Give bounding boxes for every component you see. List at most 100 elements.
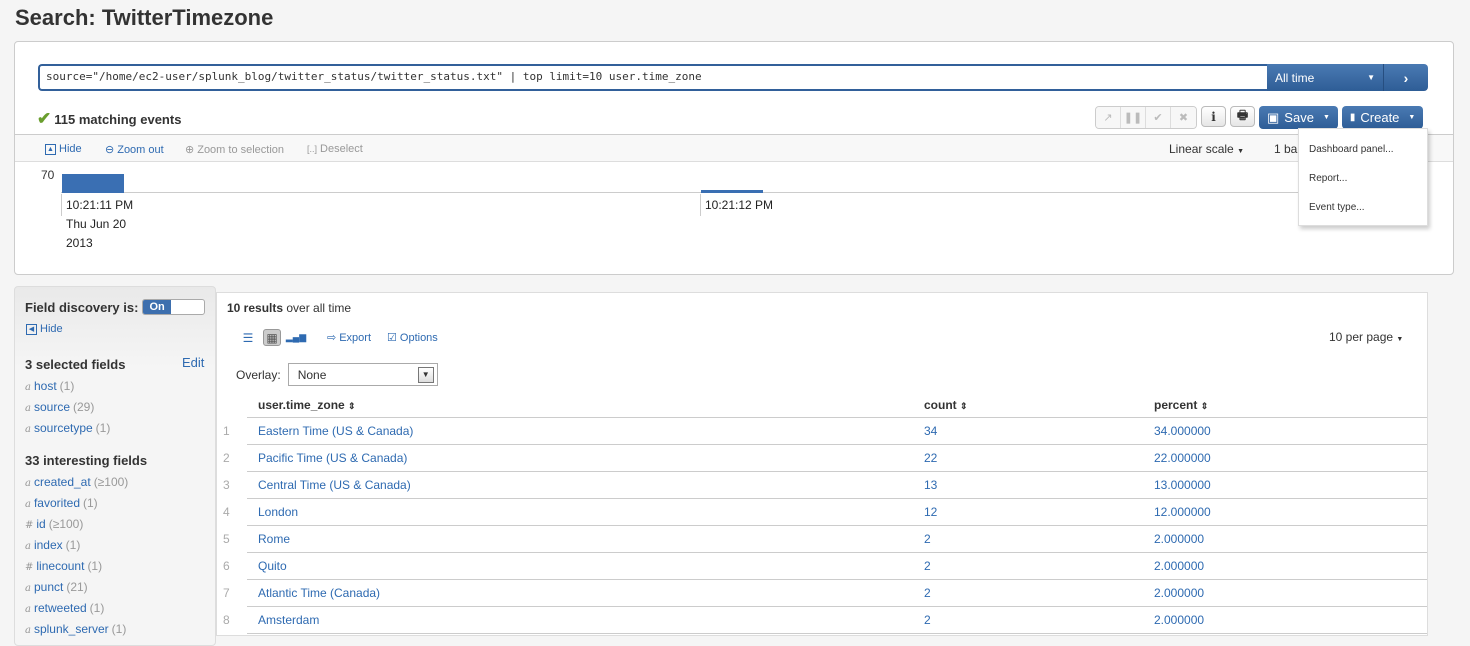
table-view-icon[interactable]: ▦	[263, 329, 281, 346]
percent-cell[interactable]: 13.000000	[1143, 471, 1427, 499]
field-count: (1)	[111, 622, 127, 636]
percent-cell[interactable]: 2.000000	[1143, 606, 1427, 634]
field-item[interactable]: a created_at (≥100)	[25, 475, 128, 489]
send-to-background-icon[interactable]: ↗	[1096, 107, 1121, 128]
scale-dropdown[interactable]: Linear scale ▼	[1169, 142, 1244, 156]
menu-item-report[interactable]: Report...	[1309, 173, 1347, 184]
collapse-icon: ▲	[45, 143, 56, 155]
percent-cell[interactable]: 2.000000	[1143, 525, 1427, 553]
count-cell[interactable]: 12	[913, 498, 1143, 526]
list-view-icon[interactable]: ☰	[239, 329, 257, 346]
field-name: index	[33, 538, 63, 552]
count-cell[interactable]: 2	[913, 579, 1143, 607]
save-label: Save	[1284, 110, 1314, 125]
floppy-disk-icon: ▣	[1267, 109, 1280, 125]
sidebar-hide-link[interactable]: ◀ Hide	[26, 323, 63, 335]
zoom-out-link[interactable]: ⊖ Zoom out	[105, 143, 164, 157]
zoom-to-selection-link[interactable]: ⊕ Zoom to selection	[185, 143, 284, 157]
field-count: (1)	[59, 379, 75, 393]
time-zone-cell[interactable]: Central Time (US & Canada)	[247, 471, 913, 499]
options-label: Options	[399, 331, 438, 344]
save-button[interactable]: ▣ Save ▼	[1259, 106, 1338, 129]
field-count: (≥100)	[93, 475, 129, 489]
field-item[interactable]: a splunk_server (1)	[25, 622, 126, 636]
percent-cell[interactable]: 22.000000	[1143, 444, 1427, 472]
percent-cell[interactable]: 12.000000	[1143, 498, 1427, 526]
options-link[interactable]: ☑ Options	[387, 331, 438, 345]
tick-label-line: 10:21:12 PM	[705, 198, 774, 212]
export-link[interactable]: ⇨ Export	[327, 331, 371, 345]
overlay-value: None	[297, 367, 327, 382]
dropdown-arrow-icon: ▼	[417, 366, 434, 383]
deselect-link[interactable]: [..] Deselect	[307, 143, 363, 155]
time-zone-cell[interactable]: Amsterdam	[247, 606, 913, 634]
field-item[interactable]: # id (≥100)	[25, 517, 83, 531]
string-type-icon: a	[25, 583, 31, 594]
field-name: splunk_server	[33, 622, 109, 636]
time-zone-cell[interactable]: Rome	[247, 525, 913, 553]
percent-cell[interactable]: 2.000000	[1143, 552, 1427, 580]
field-item[interactable]: a source (29)	[25, 400, 94, 414]
job-status: ✔ 115 matching events	[37, 109, 181, 129]
timeline-bar[interactable]	[701, 190, 763, 193]
count-cell[interactable]: 2	[913, 552, 1143, 580]
string-type-icon: a	[25, 478, 31, 489]
finalize-icon[interactable]: ✔	[1146, 107, 1171, 128]
timeline-hide-link[interactable]: ▲ Hide	[45, 143, 82, 155]
results-count-number: 10 results	[227, 301, 284, 315]
count-cell[interactable]: 22	[913, 444, 1143, 472]
column-header-count[interactable]: count ⇕	[913, 393, 1143, 418]
search-input[interactable]: source="/home/ec2-user/splunk_blog/twitt…	[38, 64, 1267, 91]
menu-item-event-type[interactable]: Event type...	[1309, 202, 1365, 213]
count-cell[interactable]: 34	[913, 417, 1143, 445]
chevron-right-icon: ›	[1403, 69, 1409, 86]
selected-fields-heading: 3 selected fields	[25, 357, 126, 372]
cancel-icon[interactable]: ✖	[1171, 107, 1196, 128]
column-label: percent	[1154, 397, 1198, 412]
menu-item-dashboard-panel[interactable]: Dashboard panel...	[1309, 144, 1394, 155]
x-axis	[61, 192, 1301, 193]
per-page-dropdown[interactable]: 10 per page ▼	[1329, 330, 1403, 344]
inspect-button[interactable]: i	[1201, 106, 1226, 127]
chart-view-icon[interactable]: ▂▄▆	[286, 329, 306, 346]
count-cell[interactable]: 2	[913, 525, 1143, 553]
field-name: id	[36, 517, 46, 531]
field-item[interactable]: a punct (21)	[25, 580, 88, 594]
time-zone-cell[interactable]: London	[247, 498, 913, 526]
print-button[interactable]: 🖶	[1230, 106, 1255, 127]
bar-width-dropdown[interactable]: 1 ba	[1274, 142, 1297, 156]
field-item[interactable]: a favorited (1)	[25, 496, 98, 510]
search-go-button[interactable]: ›	[1384, 64, 1428, 91]
edit-fields-link[interactable]: Edit	[182, 355, 204, 370]
time-zone-cell[interactable]: Pacific Time (US & Canada)	[247, 444, 913, 472]
field-item[interactable]: a retweeted (1)	[25, 601, 104, 615]
checkbox-icon: ☑	[387, 332, 397, 344]
create-button[interactable]: ▮ Create ▼	[1341, 106, 1424, 129]
time-zone-cell[interactable]: Quito	[247, 552, 913, 580]
zoom-out-label: Zoom out	[117, 143, 164, 156]
count-cell[interactable]: 13	[913, 471, 1143, 499]
timeline-bar[interactable]	[62, 174, 124, 193]
column-header-percent[interactable]: percent ⇕	[1143, 393, 1427, 418]
time-range-picker[interactable]: All time ▼	[1267, 64, 1384, 91]
job-controls: ↗ ❚❚ ✔ ✖ i 🖶 ▣ Save ▼ ▮ Create ▼	[1095, 106, 1424, 129]
time-zone-cell[interactable]: Eastern Time (US & Canada)	[247, 417, 913, 445]
overlay-control: Overlay: None ▼	[236, 363, 438, 386]
table-row: 6 Quito 2 2.000000	[217, 552, 1427, 580]
percent-cell[interactable]: 2.000000	[1143, 579, 1427, 607]
field-item[interactable]: a index (1)	[25, 538, 80, 552]
overlay-select[interactable]: None ▼	[287, 363, 438, 386]
count-cell[interactable]: 2	[913, 606, 1143, 634]
time-zone-cell[interactable]: Atlantic Time (Canada)	[247, 579, 913, 607]
caret-down-icon: ▼	[1237, 148, 1244, 155]
pause-icon[interactable]: ❚❚	[1121, 107, 1146, 128]
field-item[interactable]: # linecount (1)	[25, 559, 102, 573]
percent-cell[interactable]: 34.000000	[1143, 417, 1427, 445]
field-item[interactable]: a sourcetype (1)	[25, 421, 110, 435]
field-discovery-toggle[interactable]: On	[142, 299, 206, 315]
field-item[interactable]: a host (1)	[25, 379, 74, 393]
interesting-fields-heading: 33 interesting fields	[25, 453, 148, 468]
column-header-time-zone[interactable]: user.time_zone ⇕	[247, 393, 913, 418]
field-name: created_at	[33, 475, 91, 489]
table-row: 2 Pacific Time (US & Canada) 22 22.00000…	[217, 444, 1427, 472]
